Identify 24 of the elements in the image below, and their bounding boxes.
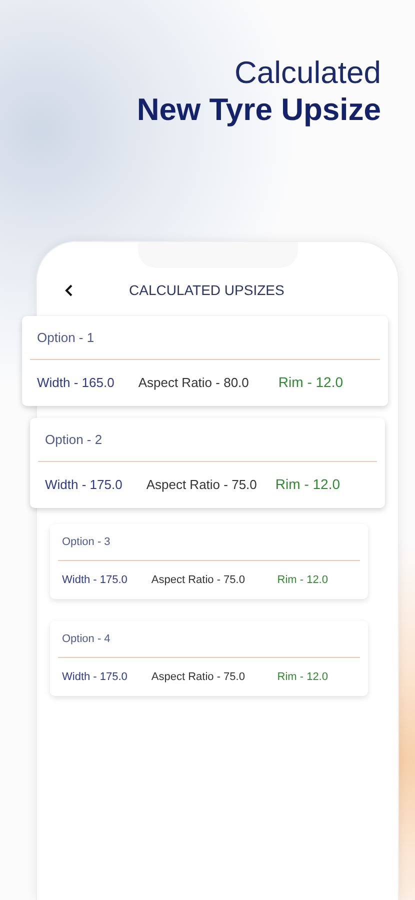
rim-value: Rim - 12.0 <box>277 574 328 586</box>
width-value: Width - 175.0 <box>62 671 128 683</box>
width-value: Width - 175.0 <box>62 574 128 586</box>
option-card[interactable]: Option - 3 Width - 175.0 Aspect Ratio - 75.0 Rim - 12.0 <box>50 524 368 599</box>
aspect-ratio-value: Aspect Ratio - 75.0 <box>146 476 257 492</box>
aspect-ratio-value: Aspect Ratio - 75.0 <box>151 574 245 586</box>
option-title: Option - 4 <box>61 632 112 647</box>
aspect-ratio-value: Aspect Ratio - 75.0 <box>151 671 245 683</box>
aspect-ratio-value: Aspect Ratio - 80.0 <box>138 374 249 390</box>
option-title: Option - 2 <box>44 431 104 449</box>
headline-text: New Tyre Upsize <box>136 91 381 129</box>
rim-value: Rim - 12.0 <box>275 476 340 492</box>
option-card[interactable]: Option - 4 Width - 175.0 Aspect Ratio - 75.0 Rim - 12.0 <box>50 621 368 696</box>
option-card[interactable]: Option - 2 Width - 175.0 Aspect Ratio - 75.0 Rim - 12.0 <box>30 418 385 508</box>
screen-title: CALCULATED UPSIZES <box>129 282 284 298</box>
rim-value: Rim - 12.0 <box>278 374 343 390</box>
width-value: Width - 175.0 <box>45 476 122 492</box>
option-card[interactable]: Option - 1 Width - 165.0 Aspect Ratio - 80.0 Rim - 12.0 <box>22 316 388 406</box>
back-chevron-icon <box>65 284 73 296</box>
option-title: Option - 1 <box>36 329 96 347</box>
headline-text: Calculated <box>234 55 381 91</box>
width-value: Width - 165.0 <box>37 374 114 390</box>
option-title: Option - 3 <box>61 535 112 550</box>
rim-value: Rim - 12.0 <box>277 671 328 683</box>
